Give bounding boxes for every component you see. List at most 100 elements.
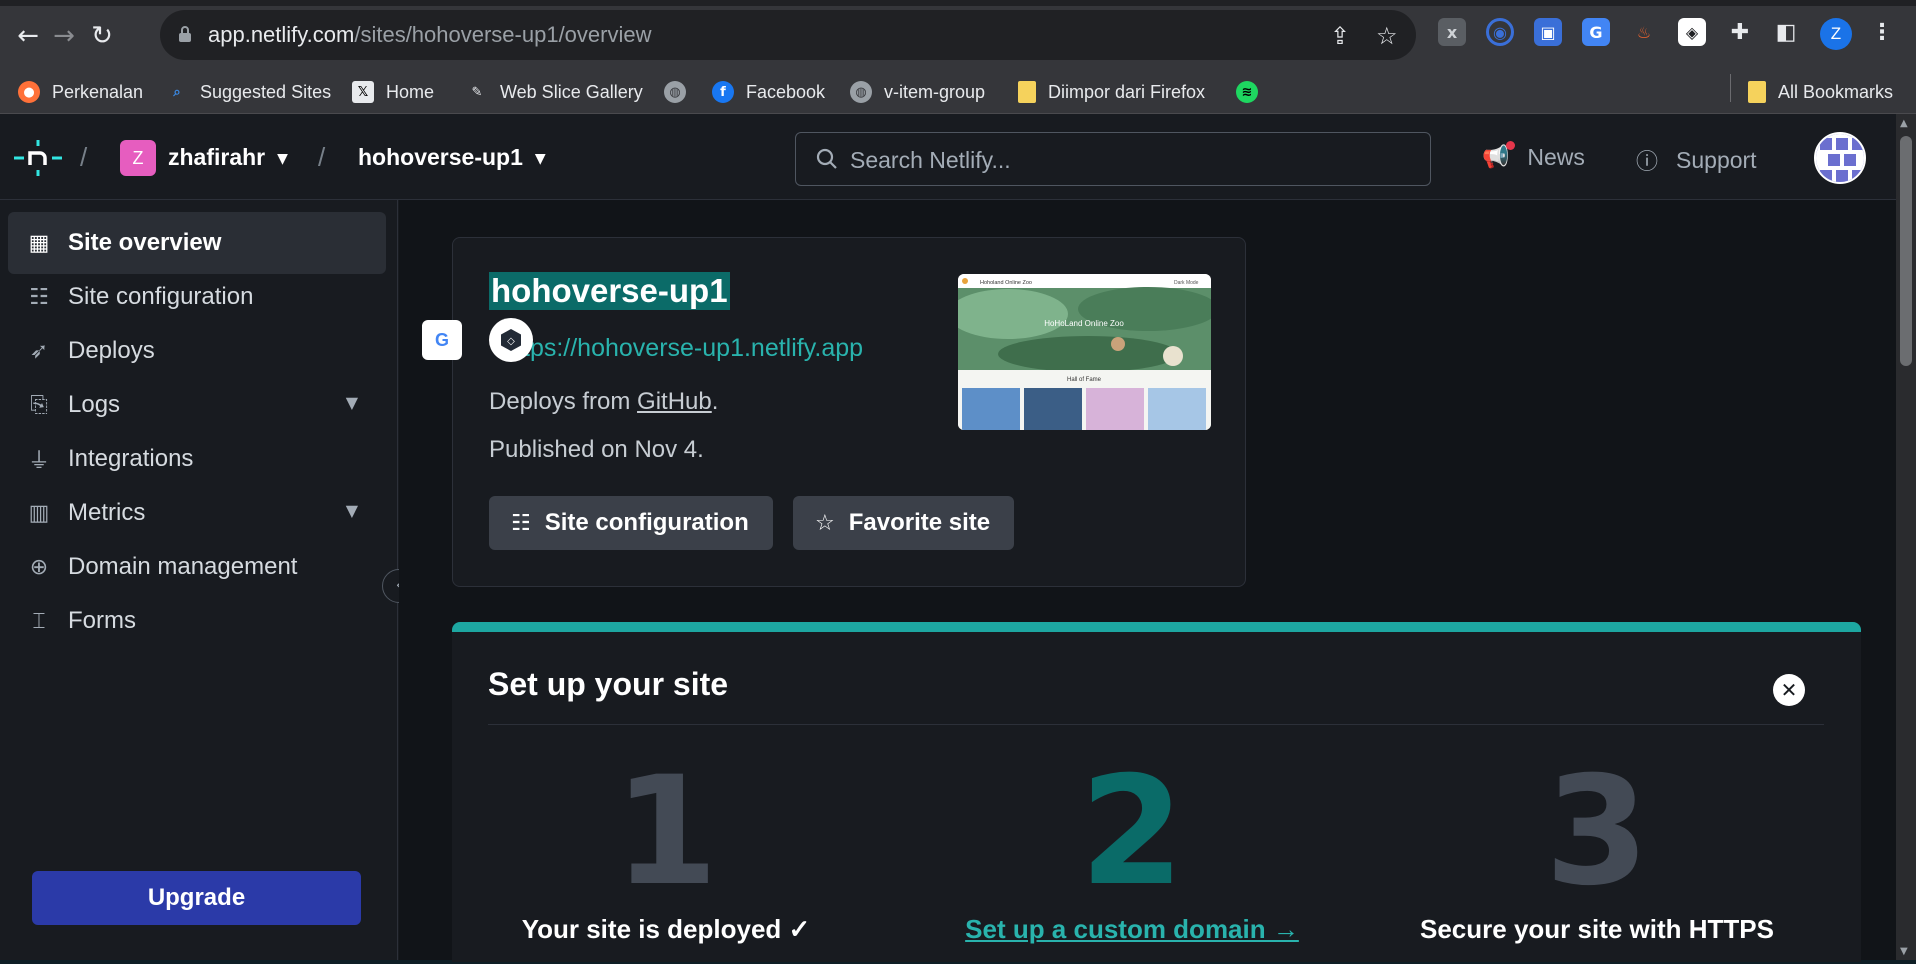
notification-dot: [1506, 141, 1516, 150]
browser-toolbar: ← → ↻ app.netlify.com/sites/hohoverse-up…: [0, 0, 1916, 70]
reload-icon[interactable]: ↻: [84, 18, 120, 54]
tab-strip: [0, 0, 1916, 6]
site-switcher[interactable]: hohoverse-up1 ▼: [358, 144, 546, 171]
site-url-link[interactable]: tps://hohoverse-up1.netlify.app: [523, 334, 863, 363]
chevron-down-icon: ▼: [277, 150, 288, 167]
sidebar-item-domain-management[interactable]: ⊕ Domain management: [8, 536, 386, 598]
translate-popup-icon[interactable]: G: [422, 320, 462, 360]
site-summary-card: G hohoverse-up1 tps://hohoverse-up1.netl…: [422, 237, 1246, 587]
setup-site-panel: Set up your site ✕ 1 2 3 Your site is de…: [452, 622, 1861, 962]
site-preview-thumbnail[interactable]: Hoholand Online Zoo Dark Mode HoHoLand O…: [958, 274, 1211, 430]
extension-screen-icon[interactable]: ▣: [1534, 18, 1562, 46]
sidebar-item-forms[interactable]: ⌶ Forms: [8, 590, 386, 652]
user-avatar[interactable]: [1814, 132, 1866, 184]
divider: [488, 724, 1824, 725]
firefox-icon: ●: [18, 81, 40, 103]
bookmark-facebook[interactable]: f Facebook: [712, 80, 825, 104]
bookmark-globe[interactable]: ◍: [664, 80, 698, 104]
translate-extension-icon[interactable]: G: [1582, 18, 1610, 46]
team-switcher[interactable]: zhafirahr ▼: [168, 144, 288, 171]
bookmark-home[interactable]: 𝕏 Home: [352, 80, 434, 104]
news-link[interactable]: 📢 News: [1482, 141, 1585, 171]
custom-domain-link[interactable]: Set up a custom domain →: [892, 914, 1372, 945]
netlify-logo-icon[interactable]: [12, 138, 64, 178]
sidepanel-icon[interactable]: ◧: [1772, 18, 1800, 46]
logs-icon: ⎘: [30, 392, 48, 418]
help-circle-icon: ⓘ: [1636, 150, 1659, 175]
svg-text:◇: ◇: [507, 336, 515, 347]
breadcrumb-separator: /: [80, 142, 88, 172]
bookmarks-divider: [1730, 74, 1731, 102]
deploy-source: Deploys from GitHub.: [489, 388, 719, 415]
sidebar-item-deploys[interactable]: ➶ Deploys: [8, 320, 386, 382]
sidebar-item-logs[interactable]: ⎘ Logs ▼: [8, 374, 386, 436]
more-menu-icon[interactable]: ⋮: [1868, 18, 1896, 46]
extension-x-icon[interactable]: x: [1438, 18, 1466, 46]
x-logo-icon: 𝕏: [352, 81, 374, 103]
bookmark-spotify[interactable]: ≋: [1236, 80, 1270, 104]
chevron-down-icon: ▼: [345, 501, 358, 520]
setup-title: Set up your site: [488, 666, 729, 702]
sidebar-item-metrics[interactable]: ▥ Metrics ▼: [8, 482, 386, 544]
share-icon[interactable]: ⇪: [1330, 22, 1350, 50]
sliders-icon: ☷: [511, 510, 531, 536]
bookmark-folder-diimpor[interactable]: Diimpor dari Firefox: [1018, 80, 1205, 104]
bar-chart-icon: ▥: [28, 500, 50, 526]
extension-target-icon[interactable]: ◉: [1486, 18, 1514, 46]
search-icon: [816, 148, 837, 169]
star-icon: ☆: [815, 510, 835, 536]
bookmark-perkenalan[interactable]: ● Perkenalan: [18, 80, 143, 104]
page-scrollbar[interactable]: ▲ ▼: [1896, 114, 1916, 960]
address-bar[interactable]: app.netlify.com/sites/hohoverse-up1/over…: [160, 10, 1416, 60]
sliders-icon: ☷: [29, 284, 49, 310]
forward-icon[interactable]: →: [46, 18, 82, 54]
lock-icon: [179, 26, 191, 42]
url-text: app.netlify.com/sites/hohoverse-up1/over…: [208, 22, 652, 47]
scroll-up-icon[interactable]: ▲: [1900, 118, 1908, 129]
published-date: Published on Nov 4.: [489, 436, 704, 463]
scroll-thumb[interactable]: [1900, 136, 1912, 366]
extension-dark-icon[interactable]: ◈: [1678, 18, 1706, 46]
step-3-label: Secure your site with HTTPS: [1420, 914, 1774, 944]
step-3-number: 3: [1544, 745, 1650, 919]
extension-overlay-icon[interactable]: ◇: [489, 318, 533, 362]
bookmark-web-slice-gallery[interactable]: ✎ Web Slice Gallery: [466, 80, 643, 104]
step-1-label: Your site is deployed ✓: [521, 914, 811, 944]
bookmarks-bar: ● Perkenalan ⌕ Suggested Sites 𝕏 Home ✎ …: [0, 70, 1916, 114]
step-2-number: 2: [1079, 745, 1185, 919]
extension-flame-icon[interactable]: ♨: [1630, 18, 1658, 46]
sidebar-item-site-overview[interactable]: ▦ Site overview: [8, 212, 386, 274]
scroll-down-icon[interactable]: ▼: [1900, 946, 1908, 957]
plug-icon: ⏚: [27, 449, 50, 474]
sidebar-item-site-configuration[interactable]: ☷ Site configuration: [8, 266, 386, 328]
search-icon: ⌕: [173, 84, 181, 100]
form-icon: ⌶: [32, 608, 46, 634]
spotify-icon: ≋: [1236, 81, 1258, 103]
support-link[interactable]: ⓘ Support: [1636, 144, 1757, 176]
bookmark-suggested-sites[interactable]: ⌕ Suggested Sites: [166, 80, 331, 104]
facebook-icon: f: [712, 81, 734, 103]
main-content: G hohoverse-up1 tps://hohoverse-up1.netl…: [399, 200, 1896, 962]
puzzle-icon[interactable]: ✚: [1726, 18, 1754, 46]
github-link[interactable]: GitHub: [637, 388, 712, 415]
search-box[interactable]: [795, 132, 1431, 186]
close-icon[interactable]: ✕: [1773, 674, 1805, 706]
globe-icon: ◍: [850, 81, 872, 103]
sidebar-item-integrations[interactable]: ⏚ Integrations: [8, 428, 386, 490]
bookmark-v-item-group[interactable]: ◍ v-item-group: [850, 80, 985, 104]
back-icon[interactable]: ←: [10, 18, 46, 54]
netlify-app: / Z zhafirahr▼ / hohoverse-up1▼ 📢 News ⓘ…: [0, 114, 1896, 962]
thumbnail-section: Hall of Fame: [1067, 377, 1102, 383]
bookmark-star-icon[interactable]: ☆: [1376, 22, 1398, 50]
app-header: / Z zhafirahr▼ / hohoverse-up1▼ 📢 News ⓘ…: [0, 114, 1896, 200]
site-configuration-button[interactable]: ☷ Site configuration: [489, 496, 773, 550]
favorite-site-button[interactable]: ☆ Favorite site: [793, 496, 1015, 550]
site-title: hohoverse-up1: [489, 272, 730, 310]
upgrade-button[interactable]: Upgrade: [32, 871, 361, 925]
rocket-icon: ➶: [29, 338, 49, 364]
folder-icon: [1018, 81, 1036, 103]
profile-avatar[interactable]: Z: [1820, 18, 1852, 50]
bookmark-all-bookmarks[interactable]: All Bookmarks: [1748, 80, 1893, 104]
search-input[interactable]: [850, 145, 1410, 175]
grid-icon: ▦: [28, 230, 50, 256]
